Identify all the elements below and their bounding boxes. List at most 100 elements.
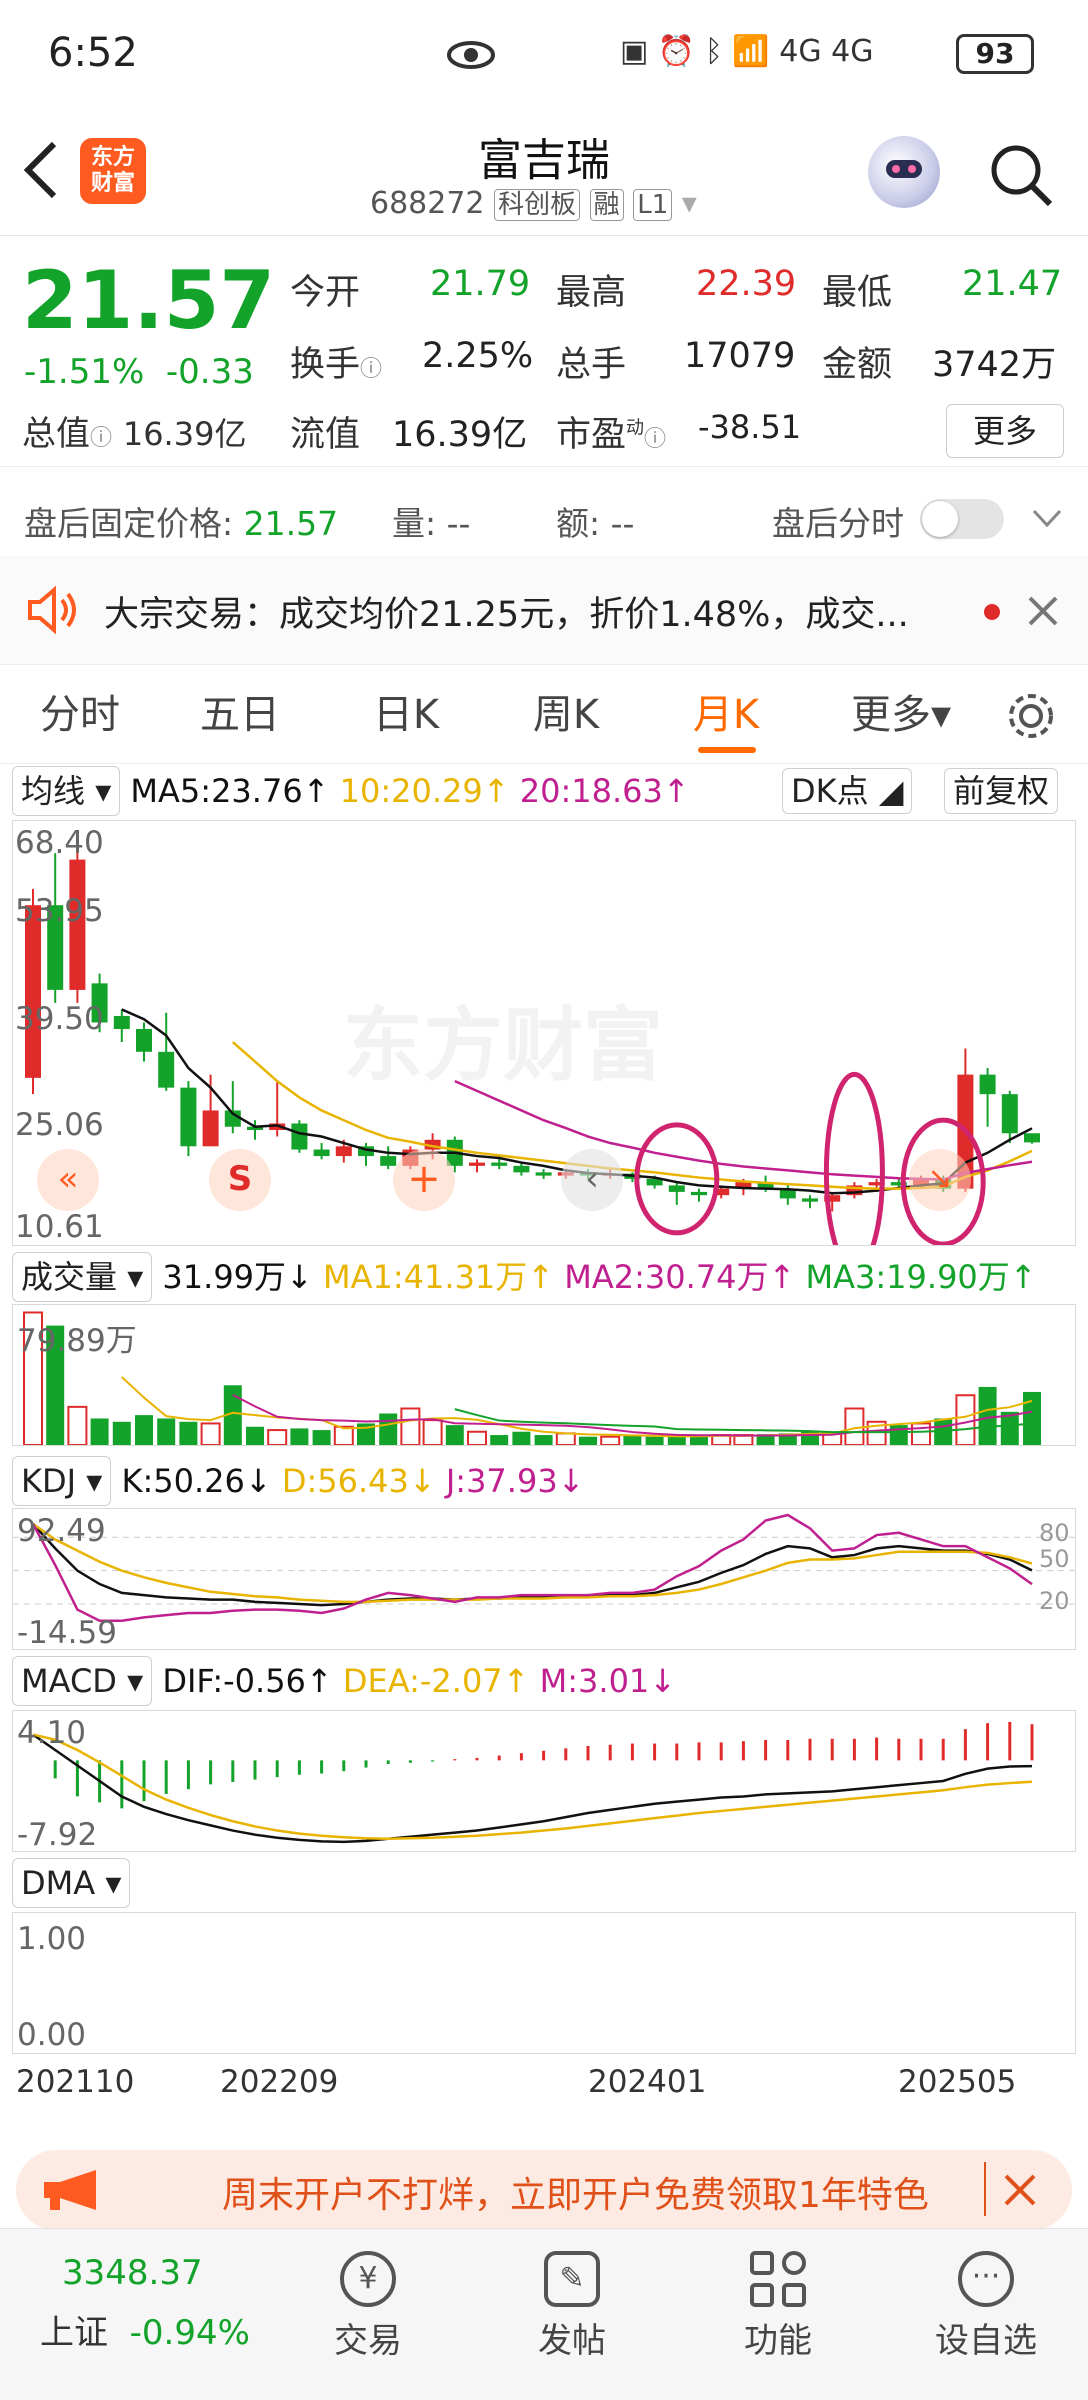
macd-select-label: MACD xyxy=(21,1662,117,1700)
kdj-chart[interactable]: 92.49 -14.59 80 50 20 xyxy=(12,1508,1076,1651)
nav-post-label: 发帖 xyxy=(538,2321,606,2361)
dropdown-icon[interactable]: ▾ xyxy=(682,186,697,221)
volume-bar xyxy=(911,1422,931,1445)
promo-divider xyxy=(984,2162,986,2216)
stock-header: 东方 财富 富吉瑞 688272 科创板 融 L1 ▾ xyxy=(0,110,1088,236)
macd-select[interactable]: MACD ▾ xyxy=(12,1656,153,1706)
nav-functions[interactable]: 功能 xyxy=(698,2229,858,2400)
tag-level: L1 xyxy=(633,189,673,221)
x-label-1: 202110 xyxy=(16,2064,135,2100)
volume-bar xyxy=(312,1430,331,1445)
block-trade-notice[interactable]: 大宗交易：成交均价21.25元，折价1.48%，成交... xyxy=(0,556,1088,664)
tab-more[interactable]: 更多▾ xyxy=(836,665,966,765)
ma-select[interactable]: 均线 ▾ xyxy=(12,766,121,816)
volume-bar xyxy=(512,1431,531,1445)
collapse-button[interactable]: ↘ xyxy=(909,1149,971,1211)
macd-y-top: 4.10 xyxy=(17,1715,87,1751)
close-icon[interactable] xyxy=(1026,594,1060,628)
y-label-5: 10.61 xyxy=(15,1209,104,1245)
current-price: 21.57 xyxy=(22,254,276,347)
nav-post[interactable]: ✎ 发帖 xyxy=(492,2229,652,2400)
info-icon[interactable]: ⓘ xyxy=(90,426,112,451)
after-hours-toggle[interactable] xyxy=(920,499,1004,539)
notice-text: 大宗交易：成交均价21.25元，折价1.48%，成交... xyxy=(104,595,909,635)
status-bar: 6:52 ▣ ⏰ ᛒ 📶 4G 4G 93 xyxy=(0,0,1088,110)
kline-chart[interactable]: 东方财富 68.40 53.95 39.50 25.06 10.61 « S +… xyxy=(12,820,1076,1246)
volume-select[interactable]: 成交量 ▾ xyxy=(12,1252,153,1302)
robot-assistant-icon[interactable] xyxy=(868,136,940,208)
volume-chart[interactable]: 79.89万 xyxy=(12,1304,1076,1446)
volume-bar xyxy=(90,1418,109,1445)
volume-bar xyxy=(467,1430,487,1445)
more-button[interactable]: 更多 xyxy=(946,404,1064,458)
wifi-icon: 📶 xyxy=(732,34,770,69)
macd-chart[interactable]: 4.10 -7.92 xyxy=(12,1710,1076,1853)
dk-point-select[interactable]: DK点 ◢ xyxy=(782,768,913,814)
nav-watchlist[interactable]: ··· 设自选 xyxy=(906,2229,1066,2400)
alarm-icon: ⏰ xyxy=(657,34,696,69)
candle-body xyxy=(158,1051,175,1088)
ma5-value: MA5:23.76↑ xyxy=(130,772,330,810)
chevron-down-icon[interactable] xyxy=(1030,507,1064,531)
candle-body xyxy=(668,1185,685,1192)
dma-select[interactable]: DMA ▾ xyxy=(12,1858,131,1908)
volume-bar xyxy=(135,1415,153,1445)
dma-y-top: 1.00 xyxy=(17,1921,87,1957)
volume-bar xyxy=(978,1386,997,1445)
candle-body xyxy=(25,905,41,1078)
market-cap-label: 总值 xyxy=(22,414,90,454)
kdj-y-top: 92.49 xyxy=(17,1513,106,1549)
yen-icon: ¥ xyxy=(340,2251,396,2307)
info-icon[interactable]: ⓘ xyxy=(360,357,382,382)
volume-label: 总手 xyxy=(556,345,627,385)
volume-ma2: MA2:30.74万↑ xyxy=(564,1258,796,1296)
volume-current: 31.99万↓ xyxy=(162,1258,313,1296)
kdj-select[interactable]: KDJ ▾ xyxy=(12,1456,112,1506)
volume-bar xyxy=(290,1428,309,1445)
zoom-in-button[interactable]: + xyxy=(393,1149,455,1211)
change-percent: -1.51% xyxy=(24,352,145,392)
nav-trade[interactable]: ¥ 交易 xyxy=(288,2229,448,2400)
macd-y-bottom: -7.92 xyxy=(17,1817,98,1853)
volume-value: 17079 xyxy=(684,336,796,376)
kdj-j: J:37.93↓ xyxy=(445,1462,585,1500)
tab-daily-k[interactable]: 日K xyxy=(346,665,466,765)
tab-intraday[interactable]: 分时 xyxy=(20,665,140,765)
low-label: 最低 xyxy=(822,273,893,313)
adjust-select[interactable]: 前复权 xyxy=(944,768,1059,814)
promo-close-icon[interactable] xyxy=(1002,2172,1038,2208)
tab-weekly-k[interactable]: 周K xyxy=(506,665,626,765)
gear-icon[interactable] xyxy=(1004,689,1058,743)
change-amount: -0.33 xyxy=(165,352,254,392)
after-hours-bar: 盘后固定价格: 21.57 量: -- 额: -- 盘后分时 xyxy=(0,466,1088,556)
search-icon[interactable] xyxy=(986,140,1056,210)
tab-five-day[interactable]: 五日 xyxy=(180,665,300,765)
kdj-level-50: 50 xyxy=(1039,1545,1070,1573)
candle-body xyxy=(491,1162,508,1166)
index-ticker[interactable]: 3348.37 上证 -0.94% xyxy=(40,2253,280,2383)
ma20-value: 20:18.63↑ xyxy=(519,772,690,810)
chart-tabs: 分时 五日 日K 周K 月K 更多▾ xyxy=(0,664,1088,764)
scroll-left-button[interactable]: ‹ xyxy=(561,1149,623,1211)
dma-chart[interactable]: 1.00 0.00 xyxy=(12,1912,1076,2054)
price-change-row: -1.51% -0.33 xyxy=(24,352,254,392)
kdj-level-80: 80 xyxy=(1039,1519,1070,1547)
market-cap-row: 总值ⓘ 16.39亿 xyxy=(22,406,246,455)
float-cap-label: 流值 xyxy=(290,415,361,455)
info-icon[interactable]: ⓘ xyxy=(644,427,666,452)
candle-body xyxy=(691,1191,707,1196)
kdj-d: D:56.43↓ xyxy=(281,1462,436,1500)
candle-body xyxy=(535,1172,552,1176)
ah-amount-value: -- xyxy=(610,504,635,543)
pe-value: -38.51 xyxy=(698,408,802,446)
grid-icon xyxy=(750,2251,806,2307)
y-label-2: 53.95 xyxy=(15,893,104,929)
rewind-button[interactable]: « xyxy=(37,1149,99,1211)
signal-4g-icon-2: 4G xyxy=(831,34,874,69)
kdj-svg xyxy=(13,1513,1075,1622)
volume-bar xyxy=(157,1418,176,1445)
ma10-value: 10:20.29↑ xyxy=(339,772,510,810)
promo-banner[interactable]: 周末开户不打烊，立即开户免费领取1年特色 xyxy=(16,2150,1072,2230)
volume-bar xyxy=(490,1435,509,1445)
s-point-button[interactable]: S xyxy=(209,1149,271,1211)
